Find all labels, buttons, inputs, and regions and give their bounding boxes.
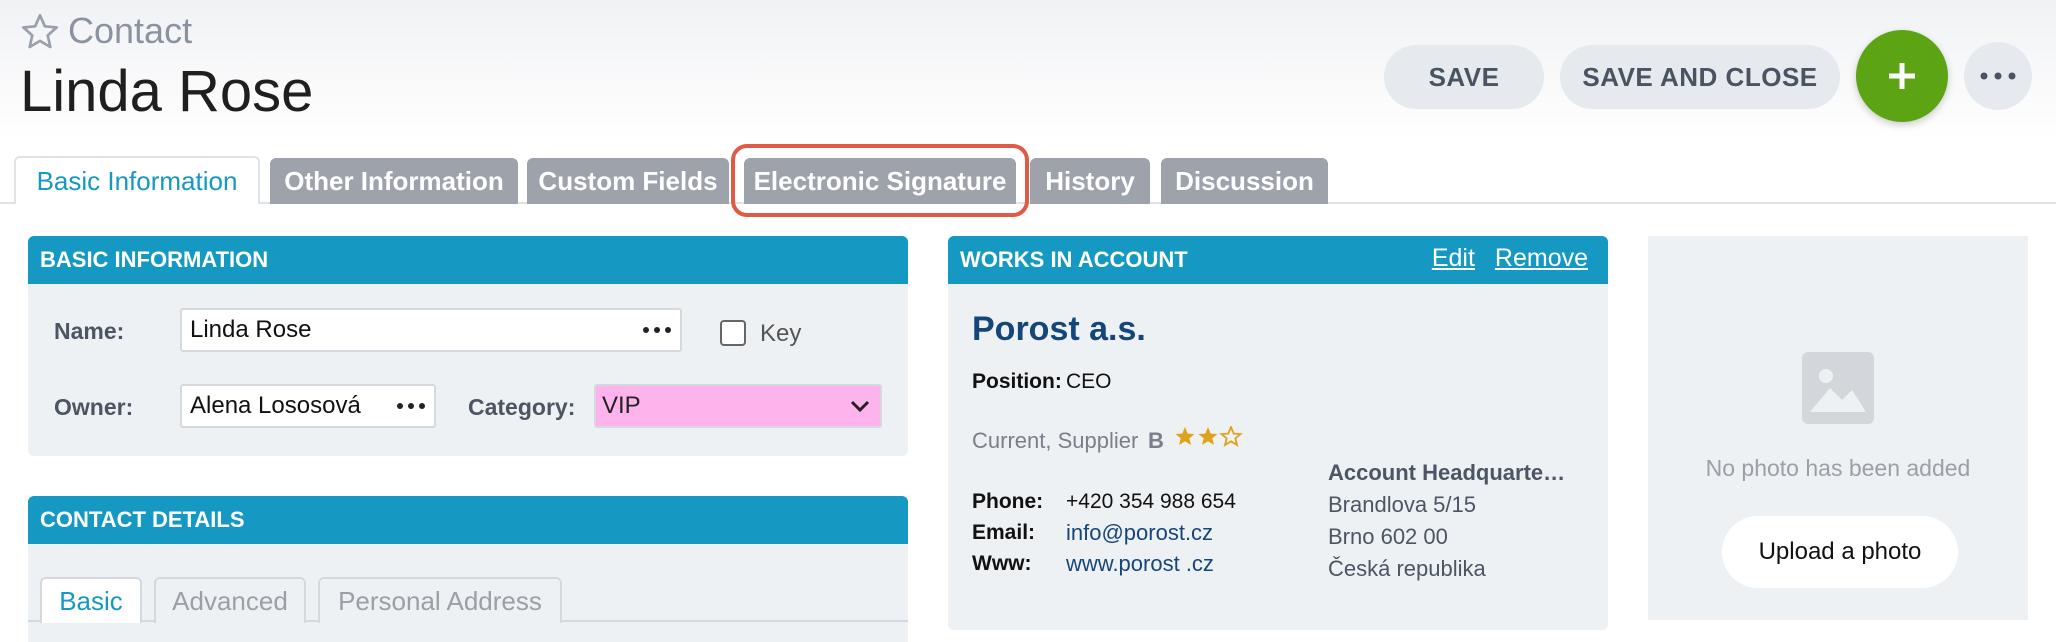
no-photo-text: No photo has been added — [1705, 455, 1971, 481]
www-label: Www: — [972, 552, 1032, 575]
email-label: Email: — [972, 521, 1036, 544]
owner-label: Owner: — [54, 394, 134, 420]
upload-photo-button[interactable]: Upload a photo — [1722, 516, 1958, 588]
address-line: Česká republika — [1328, 556, 1486, 581]
save-button[interactable]: SAVE — [1384, 45, 1544, 109]
name-field[interactable]: Linda Rose — [180, 308, 682, 352]
image-placeholder-icon — [1802, 352, 1874, 424]
favorite-star-icon[interactable] — [20, 12, 60, 52]
category-label: Category: — [468, 394, 576, 420]
owner-picker-dots-icon[interactable] — [396, 402, 426, 410]
tab-electronic-signature[interactable]: Electronic Signature — [744, 158, 1016, 204]
address-line: Brno 602 00 — [1328, 524, 1448, 549]
page-title: Linda Rose — [20, 59, 314, 124]
tab-other-information[interactable]: Other Information — [270, 158, 518, 204]
add-button[interactable] — [1856, 30, 1948, 122]
category-value: VIP — [602, 392, 641, 419]
plus-icon — [1889, 63, 1915, 89]
name-value: Linda Rose — [190, 316, 312, 343]
more-options-button[interactable] — [1964, 42, 2032, 110]
category-select[interactable]: VIP — [594, 384, 882, 428]
tab-history[interactable]: History — [1030, 158, 1150, 204]
address-heading: Account Headquarte… — [1328, 460, 1566, 485]
rating-star-icon — [1175, 427, 1195, 445]
key-checkbox[interactable] — [720, 320, 746, 346]
rating-star-icon — [1198, 427, 1218, 445]
rating-stars — [1175, 426, 1243, 447]
account-relation: Current, Supplier — [972, 428, 1139, 453]
account-name-link[interactable]: Porost a.s. — [972, 310, 1146, 349]
position-value: CEO — [1066, 370, 1112, 393]
subtab-advanced[interactable]: Advanced — [154, 577, 306, 623]
tab-discussion[interactable]: Discussion — [1161, 158, 1328, 204]
account-grade: B — [1148, 428, 1164, 453]
works-in-account-heading: WORKS IN ACCOUNT — [960, 247, 1188, 272]
tab-basic-information[interactable]: Basic Information — [14, 156, 260, 204]
owner-field[interactable]: Alena Lososová — [180, 384, 436, 428]
key-label: Key — [760, 320, 802, 347]
www-link[interactable]: www.porost .cz — [1066, 551, 1214, 577]
tab-custom-fields[interactable]: Custom Fields — [527, 158, 729, 204]
name-picker-dots-icon[interactable] — [642, 326, 672, 334]
works-in-account-header: WORKS IN ACCOUNT Edit Remove — [948, 236, 1608, 284]
subtab-basic[interactable]: Basic — [40, 577, 142, 623]
contact-details-heading: CONTACT DETAILS — [28, 496, 908, 544]
owner-value: Alena Lososová — [190, 392, 361, 419]
name-label: Name: — [54, 318, 125, 344]
edit-account-link[interactable]: Edit — [1432, 244, 1475, 273]
phone-label: Phone: — [972, 490, 1044, 513]
save-and-close-button[interactable]: SAVE AND CLOSE — [1560, 45, 1840, 109]
phone-value: +420 354 988 654 — [1066, 490, 1236, 513]
remove-account-link[interactable]: Remove — [1495, 244, 1588, 273]
email-link[interactable]: info@porost.cz — [1066, 520, 1213, 546]
record-type-label: Contact — [68, 10, 193, 51]
position-label: Position: — [972, 370, 1062, 393]
chevron-down-icon — [850, 400, 870, 413]
rating-star-empty-icon — [1219, 426, 1243, 447]
subtab-personal-address[interactable]: Personal Address — [318, 577, 562, 623]
basic-information-heading: BASIC INFORMATION — [28, 236, 908, 284]
more-dots-icon — [1980, 72, 2016, 80]
address-line: Brandlova 5/15 — [1328, 492, 1476, 517]
